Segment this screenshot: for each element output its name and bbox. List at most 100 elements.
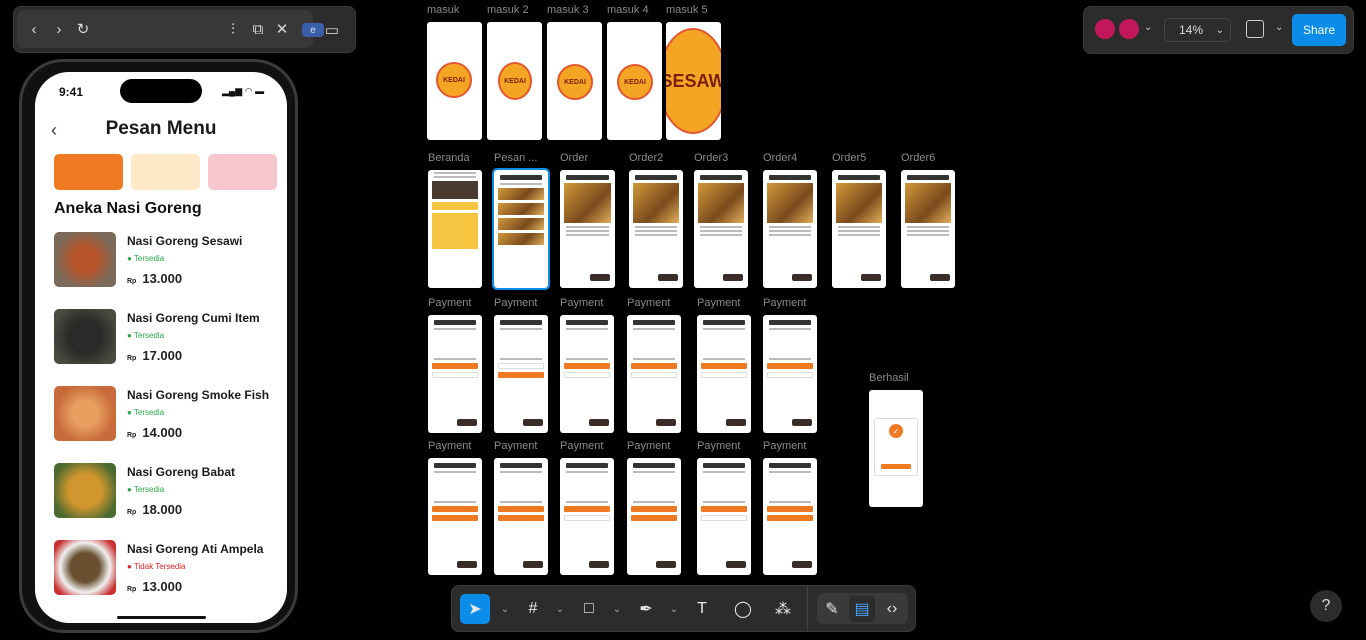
chevron-down-icon[interactable]: ⌄ — [1275, 22, 1283, 33]
chevron-down-icon[interactable]: ⌄ — [1144, 22, 1152, 33]
frame-masuk-5[interactable]: SESAW — [666, 22, 721, 140]
move-tool-icon[interactable]: ➤ — [460, 594, 490, 624]
item-name: Nasi Goreng Ati Ampela — [127, 542, 264, 556]
frame-label[interactable]: Order3 — [694, 152, 728, 164]
frame-label[interactable]: masuk 3 — [547, 4, 589, 16]
frame-label[interactable]: Payment — [763, 297, 806, 309]
chevron-down-icon: ⌄ — [1215, 24, 1224, 36]
frame-label[interactable]: masuk — [427, 4, 459, 16]
chevron-down-icon[interactable]: ⌄ — [661, 596, 687, 622]
frame-payment[interactable] — [494, 458, 548, 575]
close-icon[interactable]: ✕ — [271, 18, 293, 40]
list-item[interactable]: Nasi Goreng Ati Ampela ● Tidak Tersedia … — [54, 540, 274, 600]
category-mie[interactable] — [131, 154, 200, 190]
list-item[interactable]: Nasi Goreng Cumi Item ● Tersedia Rp 17.00… — [54, 309, 274, 369]
frame-order5[interactable] — [832, 170, 886, 288]
frame-pesan-menu[interactable] — [492, 168, 550, 290]
dynamic-island — [120, 79, 202, 103]
help-button[interactable]: ? — [1310, 590, 1342, 622]
present-icon[interactable] — [1246, 20, 1264, 38]
frame-payment[interactable] — [763, 458, 817, 575]
frame-payment[interactable] — [560, 458, 614, 575]
refresh-icon[interactable]: ↻ — [72, 18, 94, 40]
frame-label[interactable]: Pesan ... — [494, 152, 537, 164]
phone-preview: 9:41 ▂▄▆ ◠ ▬ ‹ Pesan Menu Aneka Nasi Gor… — [19, 59, 298, 633]
frame-berhasil[interactable]: ✓ — [869, 390, 923, 507]
frame-masuk-2[interactable]: KEDAI — [487, 22, 542, 140]
frame-label[interactable]: Order — [560, 152, 588, 164]
frame-order2[interactable] — [629, 170, 683, 288]
list-item[interactable]: Nasi Goreng Babat ● Tersedia Rp 18.000 — [54, 463, 274, 523]
frame-label[interactable]: Berhasil — [869, 372, 909, 384]
frame-label[interactable]: Payment — [627, 297, 670, 309]
frame-label[interactable]: Order6 — [901, 152, 935, 164]
frame-tool-icon[interactable]: # — [520, 596, 546, 622]
avatar[interactable] — [1117, 17, 1141, 41]
frame-order6[interactable] — [901, 170, 955, 288]
frame-label[interactable]: Payment — [627, 440, 670, 452]
frame-label[interactable]: Payment — [560, 297, 603, 309]
frame-label[interactable]: Order2 — [629, 152, 663, 164]
frame-payment[interactable] — [428, 458, 482, 575]
frame-payment[interactable] — [763, 315, 817, 433]
list-item[interactable]: Nasi Goreng Sesawi ● Tersedia Rp 13.000 — [54, 232, 274, 292]
frame-payment[interactable] — [560, 315, 614, 433]
frame-order3[interactable] — [694, 170, 748, 288]
sidebar-toggle-icon[interactable]: ▭ — [321, 19, 343, 41]
frame-label[interactable]: masuk 2 — [487, 4, 529, 16]
share-button[interactable]: Share — [1292, 14, 1346, 46]
frame-masuk-4[interactable]: KEDAI — [607, 22, 662, 140]
comment-tool-icon[interactable]: ◯ — [730, 596, 756, 622]
frame-beranda[interactable] — [428, 170, 482, 288]
item-name: Nasi Goreng Babat — [127, 465, 236, 479]
avatar[interactable] — [1093, 17, 1117, 41]
frame-label[interactable]: Beranda — [428, 152, 470, 164]
dev-mode-icon[interactable]: ‹› — [879, 596, 905, 622]
frame-payment[interactable] — [627, 458, 681, 575]
draw-mode-icon[interactable]: ✎ — [819, 596, 845, 622]
food-image — [54, 309, 116, 364]
page-title: Pesan Menu — [105, 118, 217, 139]
text-tool-icon[interactable]: T — [689, 596, 715, 622]
back-icon[interactable]: ‹ — [23, 18, 45, 40]
frame-label[interactable]: Payment — [697, 440, 740, 452]
resources-icon[interactable]: ⁂ — [770, 596, 796, 622]
list-item[interactable]: Nasi Goreng Smoke Fish ● Tersedia Rp 14.0… — [54, 386, 274, 446]
chevron-down-icon[interactable]: ⌄ — [604, 596, 630, 622]
frame-order[interactable] — [560, 170, 615, 288]
frame-label[interactable]: Payment — [560, 440, 603, 452]
open-external-icon[interactable]: ⧉ — [247, 18, 269, 40]
frame-payment[interactable] — [697, 458, 751, 575]
shape-tool-icon[interactable]: □ — [576, 596, 602, 622]
browser-toolbar: ‹ › ↻ ⫶ ⧉ ✕ e ▭ — [13, 6, 356, 53]
section-title: Aneka Nasi Goreng — [54, 200, 202, 217]
frame-label[interactable]: Order4 — [763, 152, 797, 164]
frame-payment[interactable] — [627, 315, 681, 433]
chevron-down-icon[interactable]: ⌄ — [547, 596, 573, 622]
frame-label[interactable]: Order5 — [832, 152, 866, 164]
frame-label[interactable]: Payment — [494, 297, 537, 309]
frame-payment[interactable] — [697, 315, 751, 433]
pen-tool-icon[interactable]: ✒ — [633, 596, 659, 622]
frame-masuk-3[interactable]: KEDAI — [547, 22, 602, 140]
frame-label[interactable]: Payment — [428, 297, 471, 309]
frame-label[interactable]: Payment — [697, 297, 740, 309]
frame-payment[interactable] — [428, 315, 482, 433]
home-indicator — [117, 616, 206, 619]
frame-payment[interactable] — [494, 315, 548, 433]
chevron-down-icon[interactable]: ⌄ — [492, 596, 518, 622]
frame-order4[interactable] — [763, 170, 817, 288]
frame-label[interactable]: Payment — [494, 440, 537, 452]
category-minuman[interactable] — [208, 154, 277, 190]
frame-label[interactable]: masuk 5 — [666, 4, 708, 16]
design-mode-icon[interactable]: ▤ — [849, 596, 875, 622]
settings-sliders-icon[interactable]: ⫶ — [222, 18, 244, 40]
frame-label[interactable]: Payment — [428, 440, 471, 452]
frame-label[interactable]: Payment — [763, 440, 806, 452]
frame-masuk[interactable]: KEDAI — [427, 22, 482, 140]
zoom-dropdown[interactable]: 14% ⌄ — [1164, 18, 1231, 42]
category-nasi-goreng[interactable] — [54, 154, 123, 190]
forward-icon[interactable]: › — [48, 18, 70, 40]
food-image — [54, 386, 116, 441]
frame-label[interactable]: masuk 4 — [607, 4, 649, 16]
